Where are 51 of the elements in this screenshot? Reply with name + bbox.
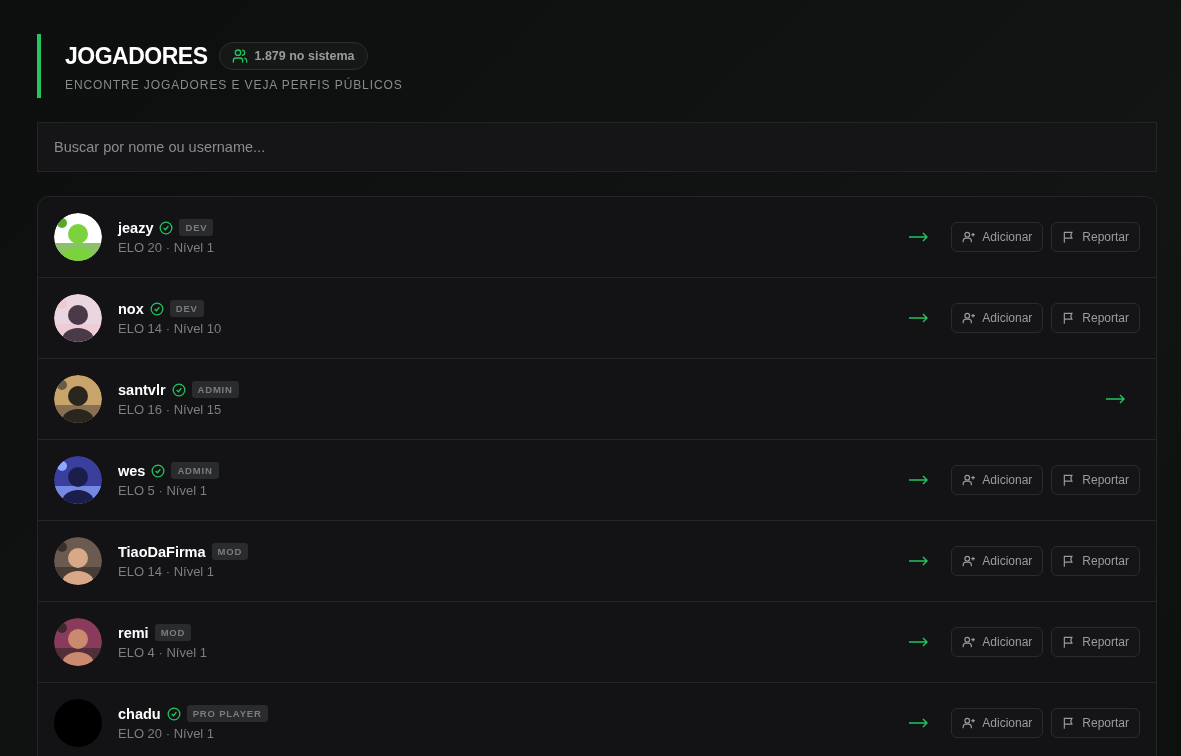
role-badge: DEV <box>169 300 204 317</box>
user-plus-icon <box>962 230 977 244</box>
player-name[interactable]: santvlr <box>118 381 166 398</box>
player-stats: ELO 20 · Nível 1 <box>118 726 216 741</box>
arrow-right-icon[interactable] <box>909 313 930 323</box>
report-button[interactable]: Reportar <box>1051 627 1140 657</box>
player-stats: ELO 14 · Nível 1 <box>118 564 216 579</box>
add-friend-button[interactable]: Adicionar <box>951 627 1044 657</box>
arrow-right-icon[interactable] <box>909 718 930 728</box>
search-field[interactable]: Buscar por nome ou username... <box>37 122 1157 172</box>
user-plus-icon <box>962 635 977 649</box>
player-name[interactable]: chadu <box>118 705 161 722</box>
report-button[interactable]: Reportar <box>1051 546 1140 576</box>
report-button[interactable]: Reportar <box>1051 465 1140 495</box>
role-badge: ADMIN <box>171 462 219 479</box>
add-friend-button[interactable]: Adicionar <box>951 303 1044 333</box>
report-button[interactable]: Reportar <box>1051 708 1140 738</box>
arrow-right-icon[interactable] <box>1106 394 1126 404</box>
player-stats: ELO 5 · Nível 1 <box>118 483 208 498</box>
add-friend-button[interactable]: Adicionar <box>951 222 1044 252</box>
page-title: JOGADORES <box>65 42 208 70</box>
player-stats: ELO 20 · Nível 1 <box>118 240 216 255</box>
user-plus-icon <box>962 554 977 568</box>
player-name[interactable]: TiaoDaFirma <box>118 543 206 560</box>
count-text: 1.879 no sistema <box>254 49 355 63</box>
user-plus-icon <box>962 311 977 325</box>
player-name[interactable]: remi <box>118 624 149 641</box>
player-stats: ELO 4 · Nível 1 <box>118 645 208 660</box>
add-friend-button[interactable]: Adicionar <box>951 708 1044 738</box>
arrow-right-icon[interactable] <box>909 475 930 485</box>
report-button[interactable]: Reportar <box>1051 222 1140 252</box>
add-friend-button[interactable]: Adicionar <box>951 465 1044 495</box>
arrow-right-icon[interactable] <box>909 556 930 566</box>
page-subtitle: ENCONTRE JOGADORES E VEJA PERFIS PÚBLICOS <box>65 78 404 92</box>
player-name[interactable]: jeazy <box>118 219 154 236</box>
role-badge: ADMIN <box>191 381 239 398</box>
player-stats: ELO 16 · Nível 15 <box>118 402 223 417</box>
role-badge: DEV <box>179 219 214 236</box>
role-badge: MOD <box>154 624 192 641</box>
user-plus-icon <box>962 473 977 487</box>
player-name[interactable]: wes <box>118 462 146 479</box>
player-name[interactable]: nox <box>118 300 144 317</box>
add-friend-button[interactable]: Adicionar <box>951 546 1044 576</box>
report-button[interactable]: Reportar <box>1051 303 1140 333</box>
role-badge: PRO PLAYER <box>186 705 268 722</box>
role-badge: MOD <box>211 543 249 560</box>
arrow-right-icon[interactable] <box>909 232 930 242</box>
arrow-right-icon[interactable] <box>909 637 930 647</box>
users-icon <box>232 48 249 64</box>
player-stats: ELO 14 · Nível 10 <box>118 321 223 336</box>
user-plus-icon <box>962 716 977 730</box>
